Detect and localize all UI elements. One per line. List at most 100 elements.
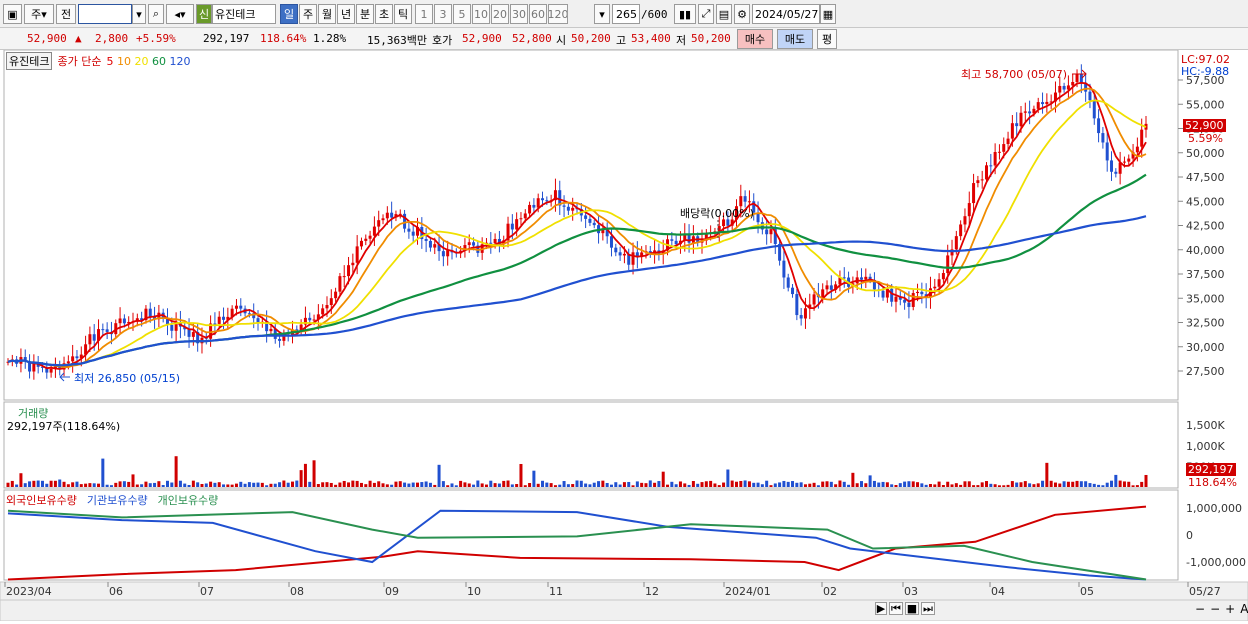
volume-bar bbox=[36, 480, 40, 487]
period-tab-3[interactable]: 년 bbox=[337, 4, 355, 24]
count-input[interactable]: 265 bbox=[612, 4, 640, 24]
volume-bar bbox=[782, 480, 786, 487]
price-tick-label: 35,000 bbox=[1186, 292, 1225, 305]
volume-bar bbox=[88, 483, 92, 487]
volume-bar bbox=[829, 481, 833, 487]
volume-bar bbox=[791, 481, 795, 487]
period-tab-6[interactable]: 틱 bbox=[394, 4, 412, 24]
calendar-icon[interactable]: ▦ bbox=[820, 4, 836, 24]
volume-bar bbox=[756, 482, 760, 487]
volume-tick-label: 1,000K bbox=[1186, 440, 1225, 453]
volume-bar bbox=[71, 482, 75, 487]
period-tab-5[interactable]: 초 bbox=[375, 4, 393, 24]
candle-body bbox=[1135, 146, 1139, 153]
volume-bar bbox=[894, 484, 898, 487]
period-tab-1[interactable]: 주 bbox=[299, 4, 317, 24]
candle-body bbox=[1028, 111, 1032, 114]
volume-bar bbox=[963, 481, 967, 487]
gear-icon[interactable]: ⚙ bbox=[734, 4, 750, 24]
time-tick-label: 03 bbox=[904, 585, 918, 598]
ma-label-5: 5 bbox=[106, 54, 117, 68]
volume-bar bbox=[278, 482, 282, 487]
time-tick-label: 2023/04 bbox=[6, 585, 52, 598]
candle-body bbox=[980, 179, 984, 181]
minute-button-1[interactable]: 1 bbox=[415, 4, 433, 24]
volume-bar bbox=[153, 482, 157, 487]
average-button[interactable]: 평 bbox=[817, 29, 837, 49]
zoom-out-icon[interactable]: − bbox=[1195, 602, 1205, 616]
count-dropdown-icon[interactable]: ▾ bbox=[594, 4, 610, 24]
volume-bar bbox=[1079, 481, 1083, 487]
candle-body bbox=[985, 165, 989, 180]
time-tick-label: 06 bbox=[109, 585, 123, 598]
sell-button[interactable]: 매도 bbox=[777, 29, 813, 49]
volume-ratio: 118.64% bbox=[260, 32, 307, 45]
minute-button-3[interactable]: 3 bbox=[434, 4, 452, 24]
rewind-icon[interactable]: ⏮ bbox=[889, 602, 903, 615]
time-tick-label: 10 bbox=[467, 585, 481, 598]
auto-scale-icon[interactable]: A bbox=[1240, 602, 1248, 616]
stock-chart[interactable]: 57,50055,00052,50050,00047,50045,00042,5… bbox=[0, 49, 1248, 622]
volume-bar bbox=[269, 483, 273, 487]
volume-bar bbox=[299, 470, 303, 487]
volume-bar bbox=[32, 480, 36, 487]
stop-icon[interactable]: ■ bbox=[905, 602, 919, 615]
volume-bar bbox=[523, 485, 527, 487]
buy-button[interactable]: 매수 bbox=[737, 29, 773, 49]
forward-icon[interactable]: ⏭ bbox=[921, 602, 935, 615]
search-icon[interactable]: ⌕ bbox=[148, 4, 164, 24]
zoom-controls: − − + A bbox=[1195, 602, 1248, 616]
speaker-icon[interactable]: ◂▾ bbox=[166, 4, 194, 24]
volume-bar bbox=[127, 481, 131, 487]
volume-bar bbox=[338, 482, 342, 487]
export-icon[interactable]: ▤ bbox=[716, 4, 732, 24]
period-tab-0[interactable]: 일 bbox=[280, 4, 298, 24]
zoom-in-icon[interactable]: + bbox=[1225, 602, 1235, 616]
volume-bar bbox=[1092, 483, 1096, 487]
candle-body bbox=[472, 242, 476, 246]
time-tick-label: 12 bbox=[645, 585, 659, 598]
ma-label-120: 120 bbox=[169, 54, 191, 68]
minute-button-5[interactable]: 5 bbox=[453, 4, 471, 24]
candle-body bbox=[541, 198, 545, 201]
candle-body bbox=[1122, 161, 1126, 163]
market-type-select[interactable]: 주 ▾ bbox=[24, 4, 54, 24]
volume-bar bbox=[752, 482, 756, 487]
minute-button-10[interactable]: 10 bbox=[472, 4, 490, 24]
overlay-icon[interactable]: ▮▮ bbox=[674, 4, 696, 24]
minute-button-120[interactable]: 120 bbox=[548, 4, 568, 24]
candle-body bbox=[351, 262, 355, 266]
toolbar: ▣ 주 ▾ 전 084370 ▾ ⌕ ◂▾ 신 유진테크 일 주 월 년 분 초 틱 1 3 5 10… bbox=[0, 0, 1248, 28]
chart-area[interactable]: 57,50055,00052,50050,00047,50045,00042,5… bbox=[0, 49, 1248, 622]
volume-bar bbox=[864, 483, 868, 487]
volume-bar bbox=[359, 482, 363, 487]
link-icon[interactable]: ⤢ bbox=[698, 4, 714, 24]
candle-body bbox=[791, 287, 795, 295]
stock-name-field[interactable]: 유진테크 bbox=[212, 4, 276, 24]
volume-bar bbox=[924, 484, 928, 487]
low-price: 50,200 bbox=[691, 32, 731, 45]
dividend-annotation: 배당락(0.00%) bbox=[680, 207, 754, 220]
stock-code-input[interactable]: 084370 bbox=[78, 4, 132, 24]
candle-body bbox=[515, 219, 519, 230]
candle-body bbox=[584, 215, 588, 219]
candle-body bbox=[49, 368, 53, 373]
candle-body bbox=[916, 291, 920, 294]
minute-button-60[interactable]: 60 bbox=[529, 4, 547, 24]
volume-bar bbox=[747, 481, 751, 487]
volume-bar bbox=[256, 482, 260, 487]
code-dropdown-icon[interactable]: ▾ bbox=[132, 4, 146, 24]
zoom-reset-icon[interactable]: − bbox=[1210, 602, 1220, 616]
period-tab-2[interactable]: 월 bbox=[318, 4, 336, 24]
volume-bar bbox=[877, 482, 881, 487]
volume-bar bbox=[109, 485, 113, 487]
volume-bar bbox=[213, 482, 217, 487]
period-tab-4[interactable]: 분 bbox=[356, 4, 374, 24]
date-input[interactable]: 2024/05/27 bbox=[752, 4, 820, 24]
scroll-right-icon[interactable]: ▶ bbox=[875, 602, 887, 615]
prev-button[interactable]: 전 bbox=[56, 4, 76, 24]
minute-button-30[interactable]: 30 bbox=[510, 4, 528, 24]
volume-bar bbox=[377, 481, 381, 487]
minute-button-20[interactable]: 20 bbox=[491, 4, 509, 24]
window-icon[interactable]: ▣ bbox=[3, 4, 22, 24]
